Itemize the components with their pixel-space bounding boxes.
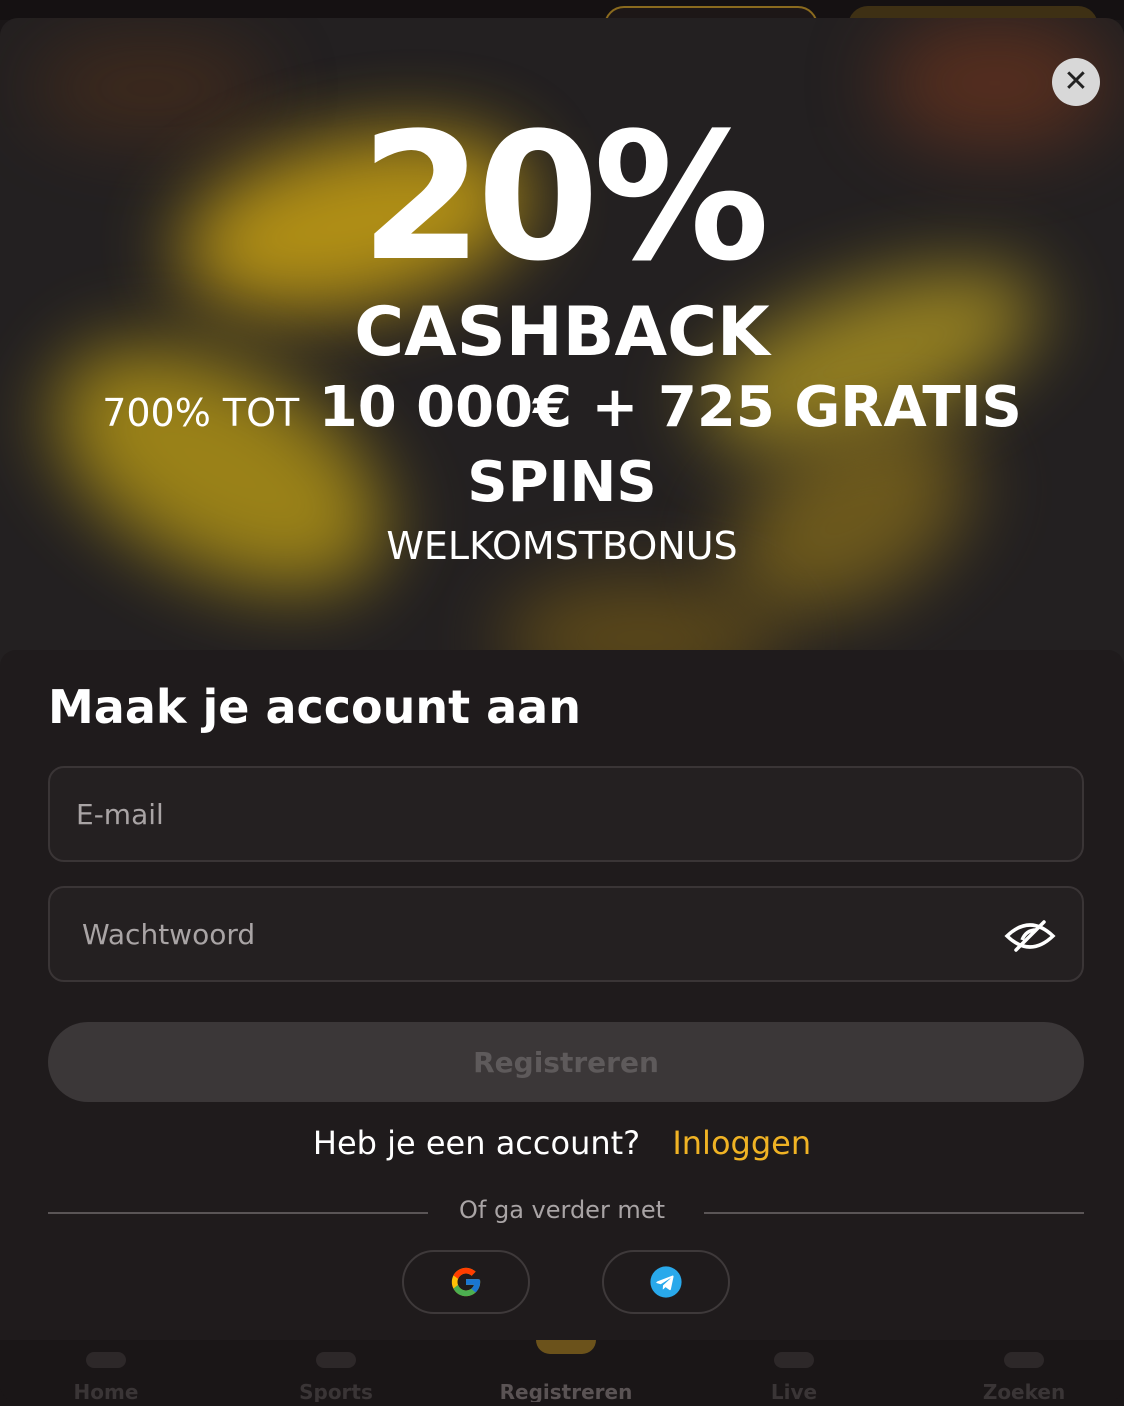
signup-form: Maak je account aan E-mail Wachtwoord Re…	[0, 650, 1124, 1402]
divider-right	[704, 1212, 1084, 1214]
close-icon: ✕	[1063, 64, 1089, 99]
promo-offer-prefix: 700% TOT	[102, 391, 300, 435]
password-field[interactable]: Wachtwoord	[48, 886, 1084, 982]
promo-text: 20% CASHBACK 700% TOT 10 000€ + 725 GRAT…	[0, 108, 1124, 571]
signup-modal: ✕ 20% CASHBACK 700% TOT 10 000€ + 725 GR…	[0, 18, 1124, 1402]
page: ✕ 20% CASHBACK 700% TOT 10 000€ + 725 GR…	[0, 0, 1124, 1406]
login-prompt: Heb je een account? Inloggen	[0, 1124, 1124, 1162]
promo-offer: 700% TOT 10 000€ + 725 GRATIS	[0, 374, 1124, 447]
telegram-login-button[interactable]	[602, 1250, 730, 1314]
or-continue-text: Of ga verder met	[458, 1196, 665, 1224]
register-button[interactable]: Registreren	[48, 1022, 1084, 1102]
eye-off-icon[interactable]	[1004, 920, 1056, 952]
bottom-nav: Home Sports Registreren Live Zoeken	[0, 1340, 1124, 1402]
sports-icon	[316, 1352, 356, 1368]
promo-welcome: WELKOMSTBONUS	[386, 524, 738, 568]
promo-offer-main: 10 000€ + 725 GRATIS	[318, 375, 1022, 440]
password-placeholder: Wachtwoord	[82, 917, 256, 951]
close-button[interactable]: ✕	[1052, 58, 1100, 106]
login-link[interactable]: Inloggen	[672, 1124, 811, 1162]
nav-live[interactable]: Live	[724, 1380, 864, 1402]
have-account-text: Heb je een account?	[312, 1124, 641, 1162]
google-login-button[interactable]	[402, 1250, 530, 1314]
promo-percent: 20%	[360, 95, 769, 300]
live-icon	[774, 1352, 814, 1368]
nav-register[interactable]: Registreren	[496, 1380, 636, 1402]
nav-search[interactable]: Zoeken	[954, 1380, 1094, 1402]
nav-sports[interactable]: Sports	[266, 1380, 406, 1402]
promo-banner: ✕ 20% CASHBACK 700% TOT 10 000€ + 725 GR…	[0, 18, 1124, 668]
promo-cashback: CASHBACK	[354, 293, 770, 372]
form-title: Maak je account aan	[48, 680, 581, 734]
register-nav-icon	[536, 1340, 596, 1354]
email-field[interactable]: E-mail	[48, 766, 1084, 862]
home-icon	[86, 1352, 126, 1368]
nav-home[interactable]: Home	[36, 1380, 176, 1402]
google-icon	[451, 1267, 481, 1297]
telegram-icon	[650, 1266, 682, 1298]
promo-spins: SPINS	[467, 450, 657, 515]
search-icon	[1004, 1352, 1044, 1368]
email-placeholder: E-mail	[76, 797, 164, 831]
